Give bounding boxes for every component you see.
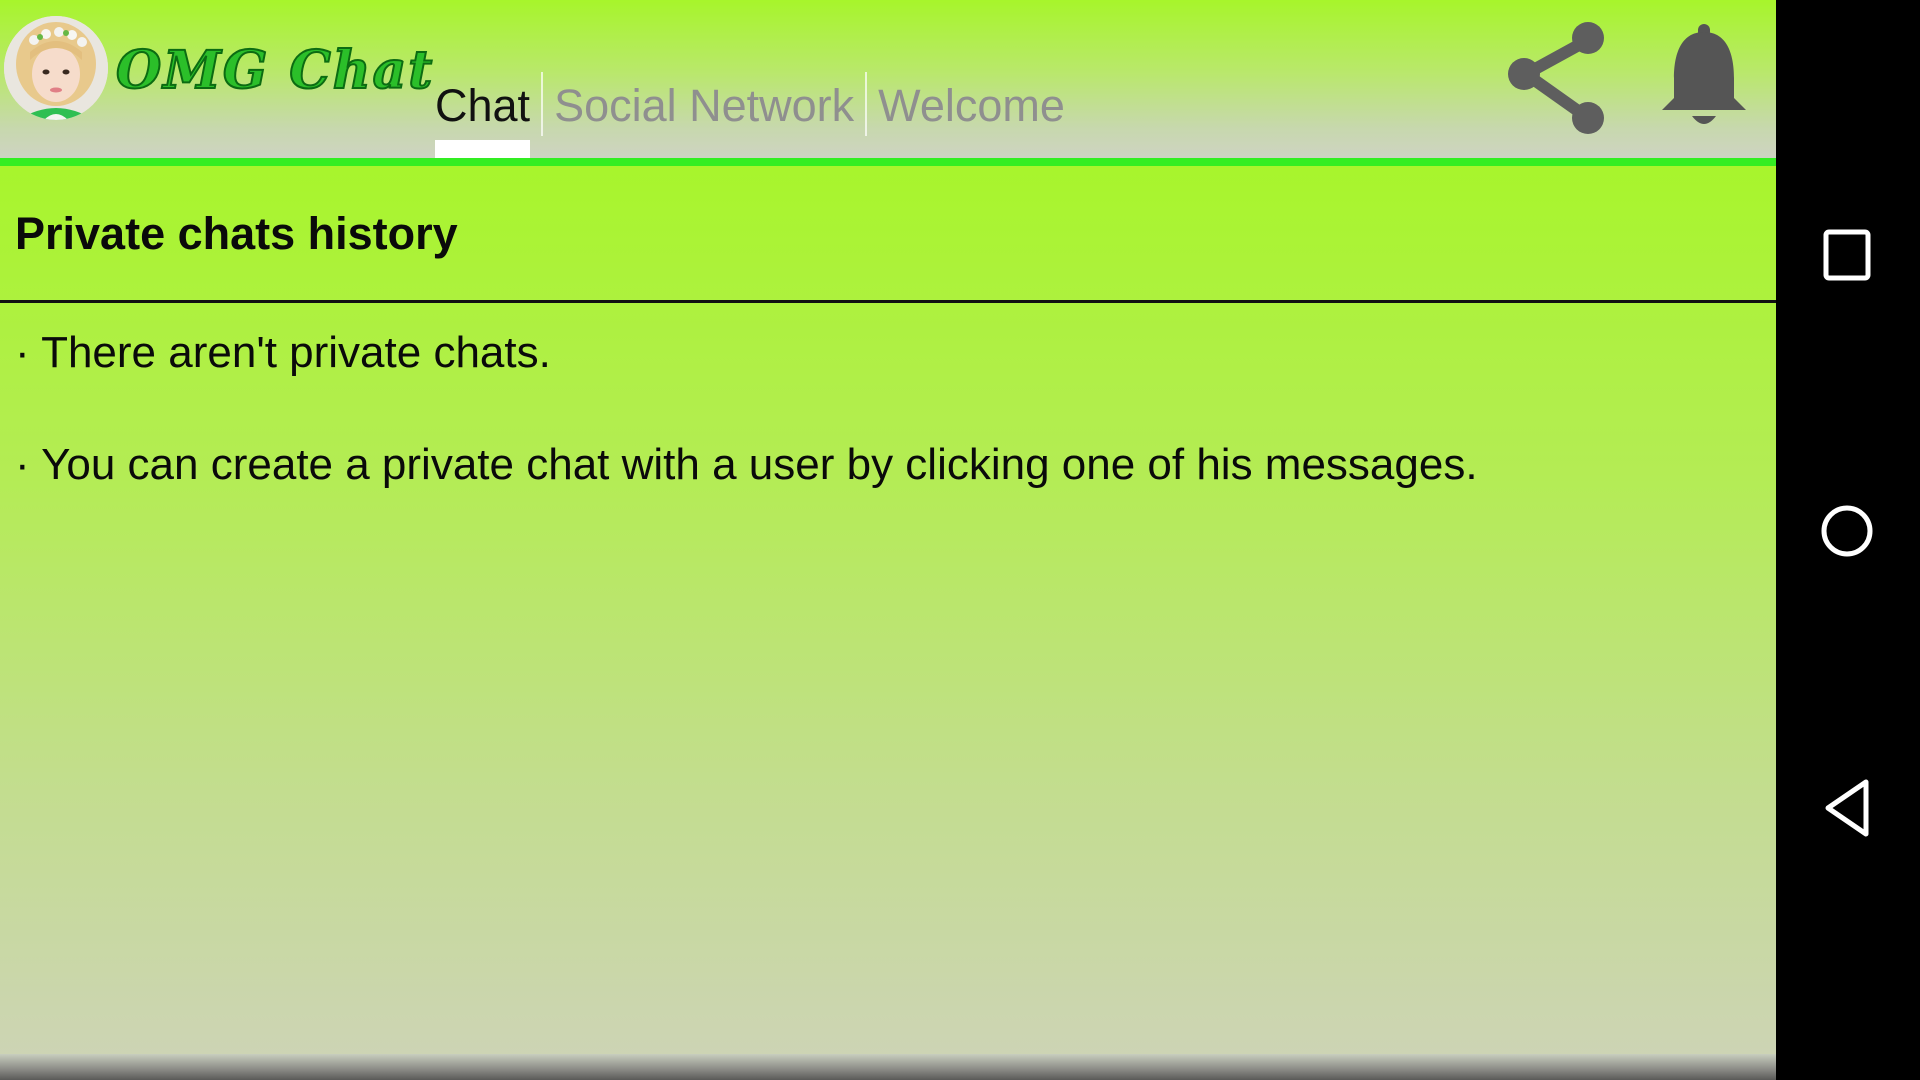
tab-chat[interactable]: Chat <box>424 66 541 158</box>
share-button[interactable] <box>1506 14 1612 138</box>
notifications-button[interactable] <box>1658 20 1750 132</box>
chat-history-panel: Private chats history · There aren't pri… <box>0 166 1776 1060</box>
recents-button[interactable] <box>1816 222 1880 286</box>
bell-icon <box>1662 24 1746 124</box>
app-logo-title: OMG Chat <box>115 39 435 102</box>
app-toolbar: OMG Chat Chat Social Network Welcome <box>0 0 1776 160</box>
share-icon <box>1508 22 1604 134</box>
app-window: OMG Chat Chat Social Network Welcome Pri… <box>0 0 1776 1080</box>
avatar-image <box>4 16 108 120</box>
square-icon <box>1823 229 1871 281</box>
info-message: · You can create a private chat with a u… <box>15 440 1478 489</box>
android-navigation-bar <box>1776 0 1920 1080</box>
section-title: Private chats history <box>15 208 458 259</box>
home-button[interactable] <box>1816 499 1880 563</box>
toolbar-accent-line <box>0 158 1776 166</box>
tab-welcome[interactable]: Welcome <box>867 66 1076 158</box>
circle-icon <box>1821 505 1873 557</box>
back-button[interactable] <box>1816 776 1880 840</box>
avatar[interactable] <box>4 16 108 120</box>
info-message: · There aren't private chats. <box>15 328 551 377</box>
tab-bar: Chat Social Network Welcome <box>424 66 1076 158</box>
section-divider <box>0 300 1776 303</box>
bottom-edge-shadow <box>0 1054 1776 1080</box>
triangle-back-icon <box>1825 779 1869 837</box>
tab-social-network[interactable]: Social Network <box>543 66 865 158</box>
